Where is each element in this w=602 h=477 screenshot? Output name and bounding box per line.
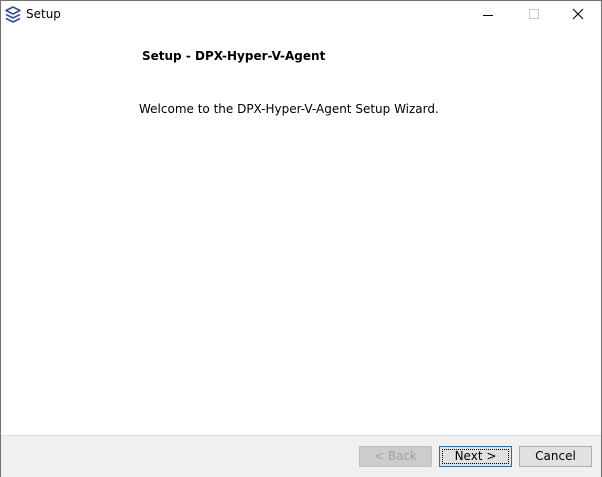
maximize-icon: [529, 9, 539, 19]
close-icon: [572, 8, 584, 20]
title-bar[interactable]: Setup: [1, 1, 601, 30]
back-button: < Back: [359, 446, 432, 467]
setup-window: Setup Setup - DPX-Hyper-V-Agent Welcome …: [0, 0, 602, 477]
close-button[interactable]: [555, 1, 601, 30]
page-title: Setup - DPX-Hyper-V-Agent: [142, 49, 326, 63]
stacked-layers-icon: [5, 6, 21, 24]
cancel-button-label: Cancel: [535, 449, 576, 463]
window-title: Setup: [26, 7, 61, 21]
button-bar: < Back Next > Cancel: [1, 435, 601, 477]
welcome-text: Welcome to the DPX-Hyper-V-Agent Setup W…: [139, 102, 439, 116]
minimize-button[interactable]: [465, 1, 511, 30]
next-button-label: Next >: [454, 449, 497, 463]
back-button-label: < Back: [373, 449, 417, 463]
maximize-button: [511, 1, 557, 30]
cancel-button[interactable]: Cancel: [519, 446, 592, 467]
next-button[interactable]: Next >: [439, 446, 512, 467]
minimize-icon: [483, 15, 493, 16]
